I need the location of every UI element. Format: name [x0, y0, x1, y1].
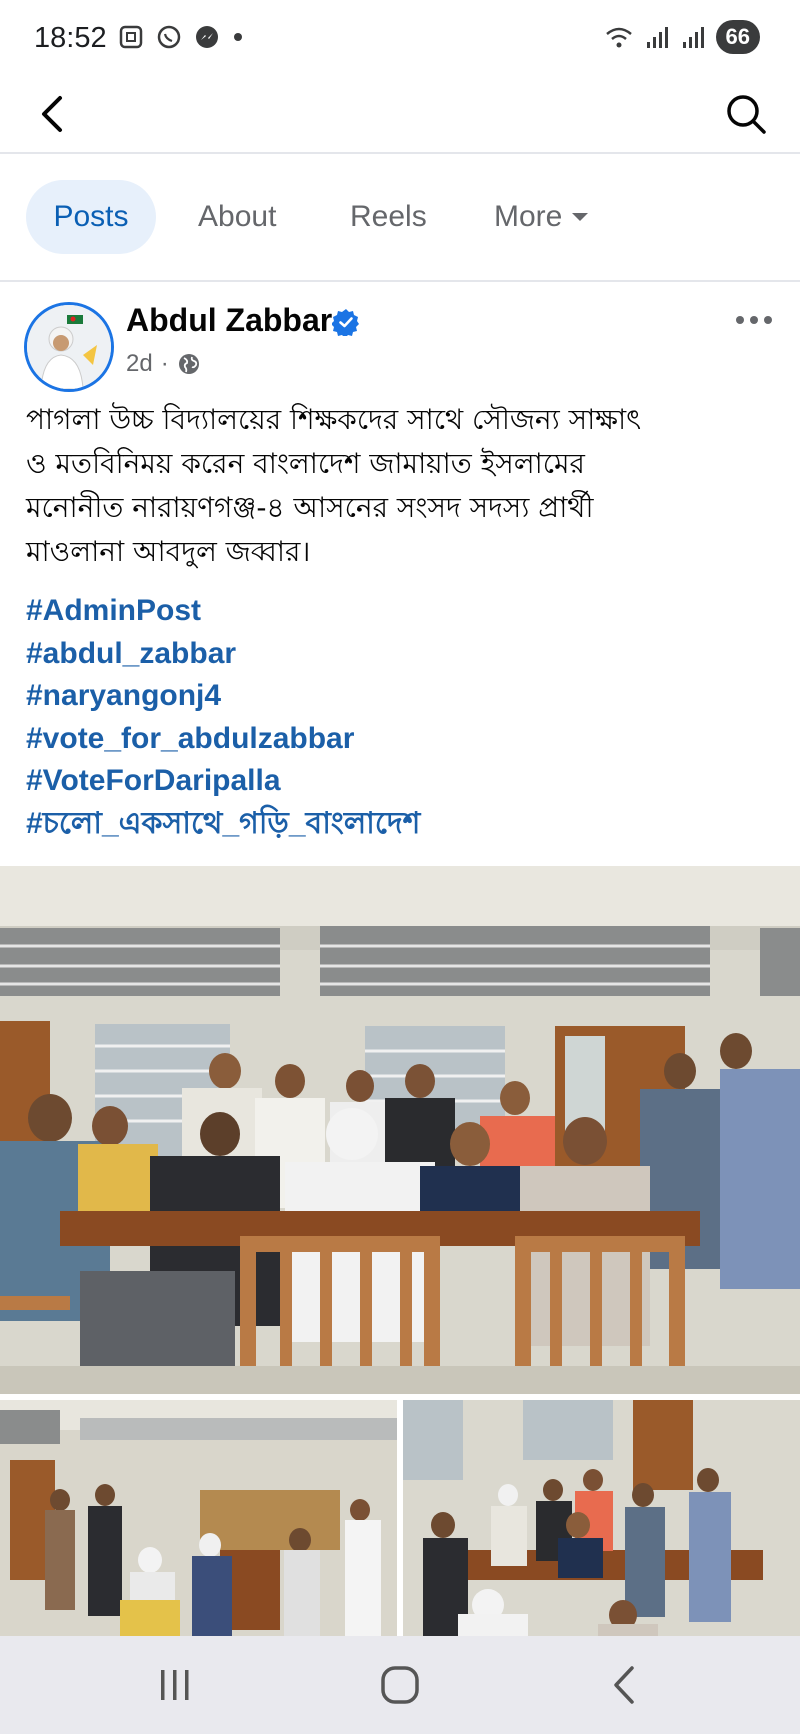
search-icon: [727, 95, 766, 134]
post-photo-tertiary[interactable]: [403, 1400, 800, 1636]
hashtag-link[interactable]: #vote_for_abdulzabbar: [26, 718, 786, 761]
hashtag-link[interactable]: #naryangonj4: [26, 675, 786, 718]
notification-icons: [118, 24, 244, 50]
post-time[interactable]: 2d: [126, 350, 153, 378]
tab-more[interactable]: More: [494, 180, 590, 254]
hashtag-link[interactable]: #abdul_zabbar: [26, 633, 786, 676]
hashtag-link[interactable]: #AdminPost: [26, 590, 786, 633]
post-text-line: মনোনীত নারায়ণগঞ্জ-৪ আসনের সংসদ সদস্য প্…: [26, 491, 594, 524]
meta-separator: ·: [160, 350, 169, 377]
globe-icon: [178, 354, 199, 374]
back-button[interactable]: [30, 90, 78, 138]
home-icon[interactable]: [375, 1662, 425, 1708]
screenshot-icon: [119, 25, 143, 49]
back-icon[interactable]: [600, 1662, 650, 1708]
hashtag-list: #AdminPost #abdul_zabbar #naryangonj4 #v…: [26, 590, 786, 845]
verified-badge-icon: [332, 309, 359, 336]
dot-icon: [234, 33, 242, 41]
profile-tabs: Posts About Reels More: [0, 154, 800, 282]
status-right: 66: [604, 20, 760, 54]
post-photo-secondary[interactable]: [0, 1400, 397, 1636]
avatar[interactable]: [24, 302, 114, 392]
post-photo-main[interactable]: [0, 866, 800, 1394]
status-time: 18:52: [34, 22, 107, 54]
battery-indicator: 66: [715, 20, 760, 54]
search-button[interactable]: [722, 90, 770, 138]
meeting-photo: [0, 866, 800, 1394]
more-options-icon[interactable]: [732, 310, 776, 330]
hashtag-link[interactable]: #চলো_একসাথে_গড়ি_বাংলাদেশ: [26, 803, 786, 846]
classroom-photo: [0, 1400, 397, 1636]
signal-icon: [682, 27, 704, 48]
hashtag-link[interactable]: #VoteForDaripalla: [26, 760, 786, 803]
whatsapp-icon: [157, 25, 181, 49]
post-text: পাগলা উচ্চ বিদ্যালয়ের শিক্ষকদের সাথে সৌ…: [26, 398, 786, 574]
tab-posts[interactable]: Posts: [26, 180, 156, 254]
tab-reels[interactable]: Reels: [350, 180, 427, 254]
caret-down-icon: [572, 213, 589, 221]
post-text-line: ও মতবিনিময় করেন বাংলাদেশ জামায়াত ইসলাম…: [26, 447, 585, 480]
top-nav: [0, 76, 800, 154]
meeting-photo-alt: [403, 1400, 800, 1636]
signal-icon: [646, 27, 668, 48]
chevron-left-icon: [42, 96, 62, 132]
recents-icon[interactable]: [150, 1662, 200, 1708]
avatar-image: [27, 305, 111, 389]
post-text-line: পাগলা উচ্চ বিদ্যালয়ের শিক্ষকদের সাথে সৌ…: [26, 403, 642, 436]
system-navigation-bar: [0, 1636, 800, 1734]
wifi-icon: [605, 27, 632, 48]
messenger-icon: [196, 26, 218, 48]
post-text-line: মাওলানা আবদুল জব্বার।: [26, 535, 311, 568]
post-meta: 2d ·: [126, 350, 201, 378]
tab-about[interactable]: About: [198, 180, 276, 254]
status-bar: 18:52 66: [0, 0, 800, 76]
post-header: Abdul Zabbar 2d ·: [0, 282, 800, 392]
tab-more-label: More: [494, 200, 563, 233]
author-name[interactable]: Abdul Zabbar: [126, 302, 332, 339]
